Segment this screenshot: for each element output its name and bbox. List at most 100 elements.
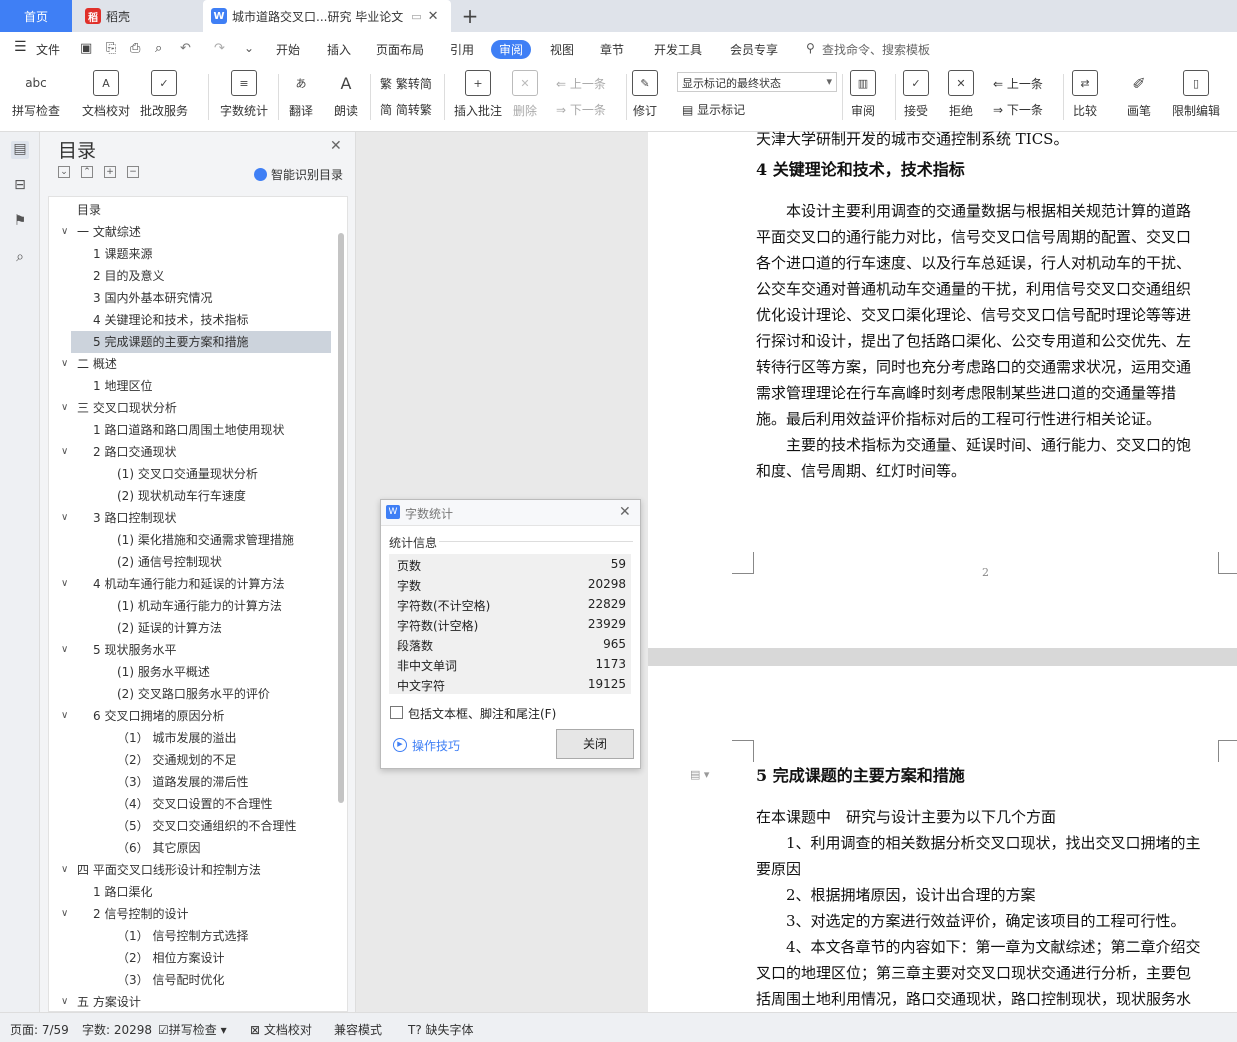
menu-page-layout[interactable]: 页面布局 (376, 41, 424, 58)
read-aloud-button[interactable]: A 朗读 (333, 70, 359, 119)
include-textbox-label[interactable]: 包括文本框、脚注和尾注(F) (408, 705, 556, 722)
toc-panel-icon[interactable]: ▤ (11, 141, 29, 159)
menu-chapter[interactable]: 章节 (600, 41, 624, 58)
toc-item[interactable]: （1） 信号控制方式选择 (49, 925, 334, 947)
toc-item[interactable]: （3） 道路发展的滞后性 (49, 771, 334, 793)
chevron-down-icon[interactable]: ∨ (61, 573, 68, 595)
expand-up-icon[interactable]: ⌃ (81, 166, 93, 178)
toc-item[interactable]: （5） 交叉口交通组织的不合理性 (49, 815, 334, 837)
track-mode-select[interactable]: 显示标记的最终状态 ▾ (677, 72, 837, 92)
next-change-button[interactable]: ⇒ 下一条 (993, 101, 1043, 118)
remove-heading-icon[interactable]: − (127, 166, 139, 178)
toc-item[interactable]: ∨ 一 文献综述 (49, 221, 334, 243)
hamburger-icon[interactable]: ☰ (14, 39, 27, 55)
export-pdf-icon[interactable]: ⎘ (106, 41, 116, 56)
quick-access-dropdown-icon[interactable]: ⌄ (244, 41, 254, 55)
insert-comment-button[interactable]: + 插入批注 (454, 70, 502, 119)
redo-icon[interactable]: ↷ (214, 41, 225, 56)
toc-item[interactable]: (1) 渠化措施和交通需求管理措施 (49, 529, 334, 551)
toc-item[interactable]: ∨ 2 路口交通现状 (49, 441, 334, 463)
toc-item[interactable]: （2） 相位方案设计 (49, 947, 334, 969)
toc-item[interactable]: 2 目的及意义 (49, 265, 334, 287)
chevron-down-icon[interactable]: ∨ (61, 991, 68, 1011)
pen-button[interactable]: ✐ 画笔 (1126, 70, 1152, 119)
toc-scrollbar[interactable] (338, 233, 344, 803)
missing-fonts-status[interactable]: T? 缺失字体 (408, 1021, 474, 1038)
toc-item[interactable]: （4） 交叉口设置的不合理性 (49, 793, 334, 815)
word-count-button[interactable]: ≡ 字数统计 (220, 70, 268, 119)
chevron-down-icon[interactable]: ∨ (61, 705, 68, 727)
chevron-down-icon[interactable]: ∨ (61, 903, 68, 925)
chevron-down-icon[interactable]: ∨ (61, 221, 68, 243)
chevron-down-icon[interactable]: ∨ (61, 353, 68, 375)
close-button[interactable]: 关闭 (556, 729, 634, 759)
toc-item[interactable]: ∨ 5 现状服务水平 (49, 639, 334, 661)
compare-button[interactable]: ⇄ 比较 (1072, 70, 1098, 119)
monitor-icon[interactable]: ▭ (411, 10, 421, 23)
toc-item[interactable]: ∨ 2 信号控制的设计 (49, 903, 334, 925)
menu-start[interactable]: 开始 (276, 41, 300, 58)
word-count-indicator[interactable]: 字数: 20298 (82, 1021, 152, 1038)
next-comment-button[interactable]: ⇒ 下一条 (556, 101, 606, 118)
collapse-all-icon[interactable]: ⌄ (58, 166, 70, 178)
toc-item[interactable]: (1) 服务水平概述 (49, 661, 334, 683)
paragraph-menu-icon[interactable]: ▤ ▾ (690, 768, 709, 781)
chapter-nav-icon[interactable]: ⊟ (11, 177, 29, 195)
chevron-down-icon[interactable]: ∨ (61, 397, 68, 419)
reject-button[interactable]: ✕ 拒绝 (948, 70, 974, 119)
save-icon[interactable]: ▣ (80, 41, 92, 56)
prev-comment-button[interactable]: ⇐ 上一条 (556, 75, 606, 92)
toc-item[interactable]: (1) 机动车通行能力的计算方法 (49, 595, 334, 617)
menu-review[interactable]: 审阅 (491, 40, 532, 59)
preview-icon[interactable]: ⌕ (155, 41, 162, 56)
toc-item[interactable]: 1 路口渠化 (49, 881, 334, 903)
annotate-service-button[interactable]: ✓ 批改服务 (140, 70, 188, 119)
toc-item[interactable]: (2) 交叉路口服务水平的评价 (49, 683, 334, 705)
menu-member[interactable]: 会员专享 (730, 41, 778, 58)
to-traditional-button[interactable]: 繁 繁转简 (380, 75, 432, 92)
undo-icon[interactable]: ↶ (180, 41, 191, 56)
chevron-down-icon[interactable]: ∨ (61, 507, 68, 529)
tab-daoke[interactable]: 稻 稻壳 (73, 0, 201, 32)
tab-close-icon[interactable]: ✕ (428, 9, 439, 24)
dialog-close-icon[interactable]: ✕ (619, 504, 631, 520)
revise-button[interactable]: ✎ 修订 (632, 70, 658, 119)
find-icon[interactable]: ⌕ (11, 249, 29, 267)
review-pane-button[interactable]: ▥ 审阅 (850, 70, 876, 119)
print-icon[interactable]: ⎙ (130, 41, 140, 56)
tab-document[interactable]: W 城市道路交叉口...研究 毕业论文 ▭ ✕ (203, 0, 451, 32)
toc-item[interactable]: 5 完成课题的主要方案和措施 (71, 331, 331, 353)
toc-item[interactable]: ∨ 五 方案设计 (49, 991, 334, 1011)
chevron-down-icon[interactable]: ∨ (61, 639, 68, 661)
menu-developer[interactable]: 开发工具 (654, 41, 702, 58)
menu-file[interactable]: 文件 (36, 41, 60, 58)
smart-toc-button[interactable]: 智能识别目录 (254, 166, 343, 183)
toc-item[interactable]: （2） 交通规划的不足 (49, 749, 334, 771)
add-heading-icon[interactable]: + (104, 166, 116, 178)
toc-item[interactable]: ∨ 四 平面交叉口线形设计和控制方法 (49, 859, 334, 881)
command-search-input[interactable]: 查找命令、搜索模板 (822, 41, 930, 58)
page-indicator[interactable]: 页面: 7/59 (10, 1021, 69, 1038)
menu-insert[interactable]: 插入 (327, 41, 351, 58)
toc-item[interactable]: （6） 其它原因 (49, 837, 334, 859)
toc-item[interactable]: ∨ 6 交叉口拥堵的原因分析 (49, 705, 334, 727)
prev-change-button[interactable]: ⇐ 上一条 (993, 75, 1043, 92)
play-icon[interactable]: ▶ (393, 738, 407, 752)
menu-references[interactable]: 引用 (450, 41, 474, 58)
compat-mode-status[interactable]: 兼容模式 (334, 1021, 382, 1038)
restrict-edit-button[interactable]: ▯ 限制编辑 (1172, 70, 1220, 119)
toc-item[interactable]: (1) 交叉口交通量现状分析 (49, 463, 334, 485)
toc-item[interactable]: 目录 (49, 199, 334, 221)
toc-item[interactable]: (2) 延误的计算方法 (49, 617, 334, 639)
show-markup-button[interactable]: ▤ 显示标记 (682, 101, 745, 118)
toc-item[interactable]: 3 国内外基本研究情况 (49, 287, 334, 309)
delete-comment-button[interactable]: ✕ 删除 (512, 70, 538, 119)
include-textbox-checkbox[interactable] (390, 706, 403, 719)
spellcheck-button[interactable]: abc 拼写检查 (12, 70, 60, 119)
new-tab-button[interactable]: + (458, 0, 482, 32)
toc-item[interactable]: (2) 通信号控制现状 (49, 551, 334, 573)
toc-item[interactable]: (2) 现状机动车行车速度 (49, 485, 334, 507)
toc-item[interactable]: ∨ 4 机动车通行能力和延误的计算方法 (49, 573, 334, 595)
proofread-status[interactable]: ⊠ 文档校对 (250, 1021, 312, 1038)
toc-item[interactable]: （1） 城市发展的溢出 (49, 727, 334, 749)
